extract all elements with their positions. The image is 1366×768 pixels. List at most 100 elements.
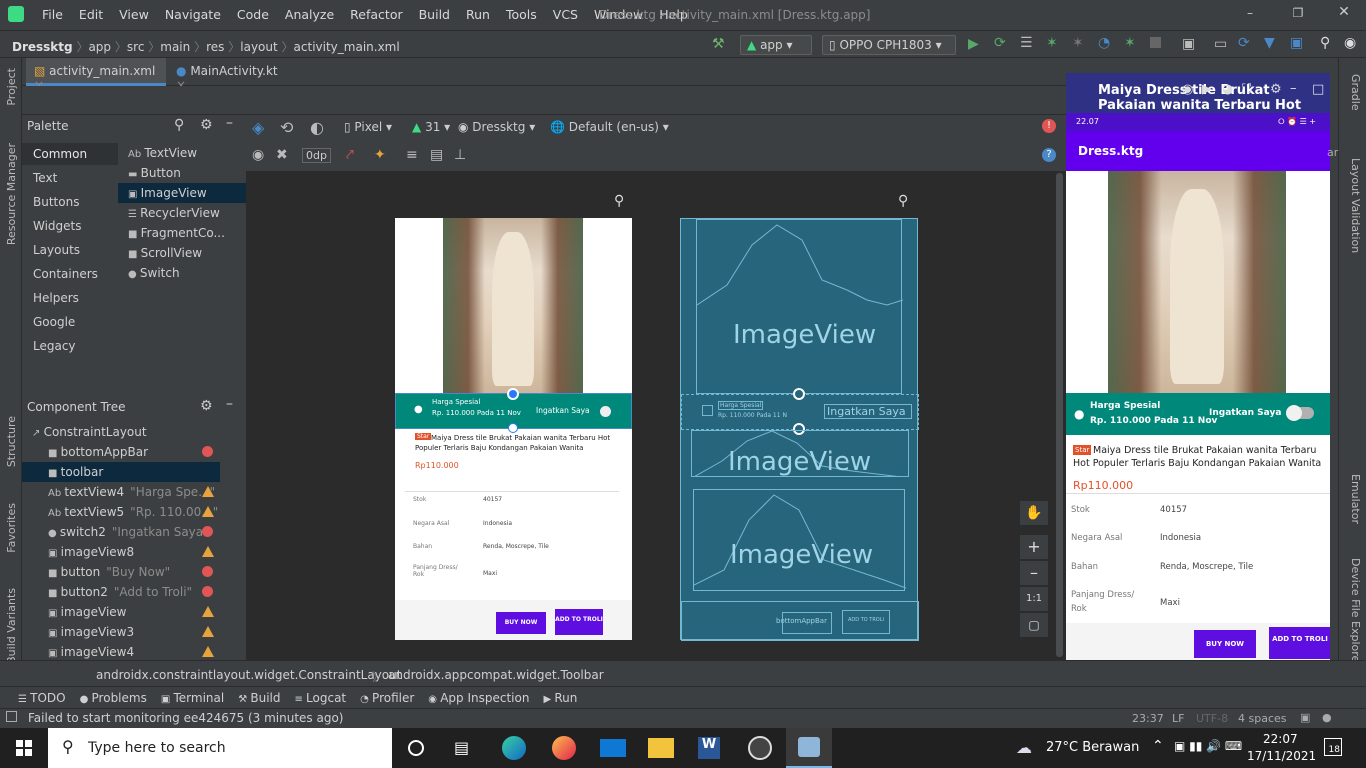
add-to-troli-button[interactable]: ADD TO TROLI <box>555 609 603 635</box>
tree-item-constraintlayout[interactable]: ↗ ConstraintLayout <box>22 422 220 442</box>
align-icon[interactable]: ▤ <box>430 147 443 163</box>
pin-icon[interactable]: ⚲ <box>614 193 624 209</box>
error-icon[interactable] <box>202 586 213 597</box>
emulator-tab[interactable]: Emulator <box>1349 474 1362 524</box>
clock-date[interactable]: 17/11/2021 <box>1247 749 1316 763</box>
tree-item-button[interactable]: ■ button "Buy Now" <box>22 562 220 582</box>
tool-tab-logcat[interactable]: ≡ Logcat <box>294 691 346 705</box>
menu-item-refactor[interactable]: Refactor <box>342 7 410 22</box>
error-icon[interactable] <box>202 446 213 457</box>
tool-tab-problems[interactable]: ● Problems <box>80 691 147 705</box>
headphones-icon[interactable]: ◕ <box>1222 82 1233 97</box>
warning-icon[interactable] <box>202 626 214 637</box>
view-options-icon[interactable]: ◉ <box>252 147 264 163</box>
layout-inspector-icon[interactable]: ▣ <box>1290 35 1303 51</box>
palette-category-layouts[interactable]: Layouts <box>22 239 118 261</box>
blueprint-imageview-2[interactable]: ImageView <box>691 430 909 477</box>
pack-icon[interactable]: ≡ <box>406 147 418 163</box>
tab-main-activity[interactable]: ● MainActivity.kt × <box>168 58 296 92</box>
menu-item-code[interactable]: Code <box>229 7 277 22</box>
fullscreen-icon[interactable]: ⛶ <box>1242 82 1251 97</box>
hammer-icon[interactable]: ⚒ <box>712 36 725 52</box>
tab-activity-main[interactable]: ▧ activity_main.xml × <box>26 58 166 92</box>
minimize-panel-icon[interactable]: – <box>226 115 233 131</box>
project-structure-icon[interactable]: ▣ <box>1182 36 1195 52</box>
autoconnect-icon[interactable]: ✖ <box>276 147 288 163</box>
list-icon[interactable]: ☰ <box>1020 35 1033 51</box>
buy-now-button[interactable]: BUY NOW <box>1194 630 1256 658</box>
tree-item-textview5[interactable]: Ab textView5 "Rp. 110.00..." <box>22 502 220 522</box>
device-select[interactable]: ▯ OPPO CPH1803 ▾ <box>822 35 956 55</box>
menu-item-navigate[interactable]: Navigate <box>157 7 229 22</box>
tree-item-imageview3[interactable]: ▣ imageView3 <box>22 622 220 642</box>
warning-icon[interactable] <box>202 546 214 557</box>
blueprint-add-button[interactable]: ADD TO TROLI <box>842 610 890 634</box>
zoom-out-icon[interactable]: – <box>1020 561 1048 585</box>
tree-item-toolbar[interactable]: ■ toolbar <box>22 462 220 482</box>
word-icon[interactable]: W <box>698 737 720 759</box>
zoom-in-icon[interactable]: + <box>1020 535 1048 559</box>
zoom-actual-icon[interactable]: 1:1 <box>1020 587 1048 611</box>
night-mode-icon[interactable]: ◐ <box>310 118 324 137</box>
mail-icon[interactable] <box>600 739 626 757</box>
tree-item-imageview[interactable]: ▣ imageView <box>22 602 220 622</box>
guidelines-icon[interactable]: ⊥ <box>454 147 466 163</box>
structure-tab[interactable]: Structure <box>5 416 18 467</box>
encoding[interactable]: UTF-8 <box>1196 712 1228 725</box>
assistant-icon[interactable]: ◉ <box>1344 35 1356 51</box>
menu-item-analyze[interactable]: Analyze <box>277 7 342 22</box>
blueprint-imageview-1[interactable]: ImageView <box>696 219 904 394</box>
tool-tab-run[interactable]: ▶ Run <box>543 691 577 705</box>
obs-icon[interactable] <box>748 736 772 760</box>
cortana-icon[interactable] <box>408 740 424 756</box>
device-select[interactable]: ▯ Pixel ▾ <box>344 120 392 134</box>
line-separator[interactable]: LF <box>1172 712 1184 725</box>
gear-icon[interactable]: ⚙ <box>200 117 213 133</box>
theme-select[interactable]: ◉ Dressktg ▾ <box>458 120 535 134</box>
menu-item-edit[interactable]: Edit <box>71 7 111 22</box>
blueprint-bottom-app-bar[interactable]: bottomAppBar ADD TO TROLI <box>681 601 919 641</box>
tree-item-imageview4[interactable]: ▣ imageView4 <box>22 642 220 662</box>
minimize-button[interactable]: – <box>1240 6 1260 22</box>
tree-item-button2[interactable]: ■ button2 "Add to Troli" <box>22 582 220 602</box>
palette-category-buttons[interactable]: Buttons <box>22 191 118 213</box>
selection-handle-top[interactable] <box>507 388 519 400</box>
windows-start-icon[interactable] <box>16 740 32 756</box>
pin-icon[interactable]: ⚲ <box>898 193 908 209</box>
palette-item-imageview[interactable]: ▣ ImageView <box>118 183 246 203</box>
blueprint-imageview-3[interactable]: ImageView <box>693 489 907 591</box>
run-icon[interactable]: ▶ <box>968 36 979 52</box>
add-to-troli-button[interactable]: ADD TO TROLI <box>1269 627 1330 659</box>
stop-icon[interactable] <box>1150 37 1161 48</box>
palette-category-legacy[interactable]: Legacy <box>22 335 118 357</box>
apply-changes-icon[interactable]: ⟳ <box>994 35 1006 51</box>
menu-item-run[interactable]: Run <box>458 7 498 22</box>
tool-tab-terminal[interactable]: ▣ Terminal <box>161 691 224 705</box>
favorites-tab[interactable]: Favorites <box>5 503 18 553</box>
menu-item-view[interactable]: View <box>111 7 157 22</box>
switch-toggle[interactable] <box>600 406 611 417</box>
profile-icon[interactable]: ◔ <box>1098 35 1110 51</box>
clear-constraints-icon[interactable]: ⤤ <box>346 147 354 163</box>
minimize-panel-icon[interactable]: – <box>226 396 233 412</box>
maximize-button[interactable]: ❐ <box>1288 6 1308 22</box>
breadcrumb-file[interactable]: activity_main.xml <box>294 40 400 54</box>
memory-icon[interactable]: ● <box>1322 711 1332 724</box>
weather-text[interactable]: 27°C Berawan <box>1046 740 1139 755</box>
palette-category-text[interactable]: Text <box>22 167 118 189</box>
clock-time[interactable]: 22:07 <box>1263 732 1298 746</box>
palette-category-helpers[interactable]: Helpers <box>22 287 118 309</box>
file-explorer-icon[interactable] <box>648 738 674 758</box>
attach-debugger-icon[interactable]: ✶ <box>1072 35 1084 51</box>
tool-tab-build[interactable]: ⚒ Build <box>238 691 280 705</box>
error-icon[interactable]: ! <box>1042 119 1056 133</box>
tool-tab-todo[interactable]: ☰ TODO <box>18 691 66 705</box>
taskbar-search[interactable]: ⚲ Type here to search <box>48 728 392 768</box>
palette-category-containers[interactable]: Containers <box>22 263 118 285</box>
pan-icon[interactable]: ✋ <box>1020 501 1048 525</box>
gradle-tab[interactable]: Gradle <box>1349 74 1362 111</box>
blueprint-buy-button[interactable] <box>782 612 832 634</box>
warning-icon[interactable] <box>202 606 214 617</box>
palette-item-textview[interactable]: Ab TextView <box>118 143 246 163</box>
remind-switch[interactable] <box>1286 405 1314 421</box>
